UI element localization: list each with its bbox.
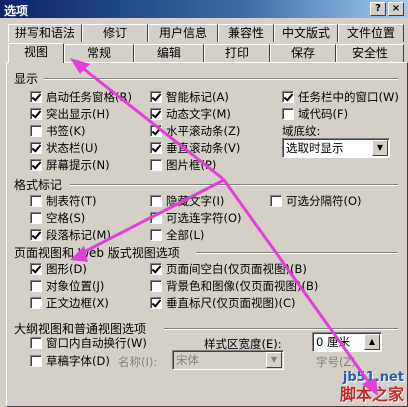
background-colors-checkbox[interactable]: 背景色和图像(仅页面视图)(B) bbox=[150, 279, 318, 293]
font-size-label: 字号(Z) bbox=[316, 355, 356, 369]
spin-icon[interactable]: ▲ bbox=[364, 334, 380, 350]
tab-edit[interactable]: 编辑 bbox=[134, 44, 204, 62]
tab-revisions[interactable]: 修订 bbox=[82, 24, 148, 42]
close-button[interactable]: × bbox=[388, 2, 404, 16]
tab-general[interactable]: 常规 bbox=[64, 44, 134, 62]
object-anchors-checkbox[interactable]: 对象位置(J) bbox=[30, 279, 104, 293]
chevron-down-icon[interactable]: ▼ bbox=[266, 352, 282, 368]
text-boundaries-checkbox[interactable]: 正文边框(X) bbox=[30, 296, 109, 310]
field-codes-checkbox[interactable]: 域代码(F) bbox=[282, 107, 348, 121]
field-shading-label: 域底纹: bbox=[282, 124, 321, 138]
section-formatting-marks: 格式标记 bbox=[14, 178, 63, 192]
tab-spelling[interactable]: 拼写和语法 bbox=[8, 24, 82, 42]
all-marks-checkbox[interactable]: 全部(L) bbox=[150, 228, 204, 242]
paragraph-marks-checkbox[interactable]: 段落标记(M) bbox=[30, 228, 111, 242]
draft-font-checkbox[interactable]: 草稿字体(D) bbox=[30, 354, 110, 368]
picture-placeholders-checkbox[interactable]: 图片框(P) bbox=[150, 158, 216, 172]
chevron-down-icon[interactable]: ▼ bbox=[372, 140, 388, 156]
tab-save[interactable]: 保存 bbox=[270, 44, 336, 62]
spaces-checkbox[interactable]: 空格(S) bbox=[30, 211, 85, 225]
animated-text-checkbox[interactable]: 动态文字(M) bbox=[150, 107, 231, 121]
title-bar: 选项 ? × bbox=[0, 0, 408, 18]
tab-user-info[interactable]: 用户信息 bbox=[148, 24, 218, 42]
style-area-width-input[interactable]: 0 厘米 ▲ bbox=[312, 332, 382, 352]
smart-tags-checkbox[interactable]: 智能标记(A) bbox=[150, 90, 229, 104]
section-show: 显示 bbox=[14, 72, 39, 86]
tab-compatibility[interactable]: 兼容性 bbox=[218, 24, 274, 42]
startup-task-pane-checkbox[interactable]: 启动任务窗格(R) bbox=[30, 90, 132, 104]
window-title: 选项 bbox=[4, 4, 29, 18]
status-bar-checkbox[interactable]: 状态栏(U) bbox=[30, 141, 98, 155]
wrap-to-window-checkbox[interactable]: 窗口内自动换行(W) bbox=[30, 336, 147, 350]
font-name-label: 名称(I): bbox=[118, 355, 158, 369]
tab-print[interactable]: 打印 bbox=[204, 44, 270, 62]
hidden-text-checkbox[interactable]: 隐藏文字(I) bbox=[150, 194, 224, 208]
tab-view[interactable]: 视图 bbox=[8, 43, 64, 63]
field-shading-select[interactable]: 选取时显示 ▼ bbox=[282, 138, 390, 158]
divider bbox=[70, 184, 398, 186]
drawings-checkbox[interactable]: 图形(D) bbox=[30, 262, 87, 276]
screentips-checkbox[interactable]: 屏幕提示(N) bbox=[30, 158, 110, 172]
optional-breaks-checkbox[interactable]: 可选分隔符(O) bbox=[270, 194, 362, 208]
tab-asian-typography[interactable]: 中文版式 bbox=[274, 24, 338, 42]
white-space-checkbox[interactable]: 页面间空白(仅页面视图)(B) bbox=[150, 262, 307, 276]
vertical-scrollbar-checkbox[interactable]: 垂直滚动条(V) bbox=[150, 141, 240, 155]
help-button[interactable]: ? bbox=[370, 2, 386, 16]
highlight-checkbox[interactable]: 突出显示(H) bbox=[30, 107, 110, 121]
divider bbox=[196, 252, 398, 254]
tab-security[interactable]: 安全性 bbox=[336, 44, 404, 62]
windows-in-taskbar-checkbox[interactable]: 任务栏中的窗口(W) bbox=[282, 90, 399, 104]
tab-file-locations[interactable]: 文件位置 bbox=[338, 24, 404, 42]
bookmarks-checkbox[interactable]: 书签(K) bbox=[30, 124, 86, 138]
horizontal-scrollbar-checkbox[interactable]: 水平滚动条(Z) bbox=[150, 124, 240, 138]
vertical-ruler-checkbox[interactable]: 垂直标尺(仅页面视图)(C) bbox=[150, 296, 295, 310]
optional-hyphens-checkbox[interactable]: 可选连字符(O) bbox=[150, 211, 242, 225]
watermark-brand: 脚本之家 bbox=[339, 385, 404, 404]
divider bbox=[164, 328, 398, 330]
tab-characters-checkbox[interactable]: 制表符(T) bbox=[30, 194, 97, 208]
font-name-select[interactable]: 宋体 ▼ bbox=[172, 350, 284, 370]
divider bbox=[44, 78, 398, 80]
section-page-view-options: 页面视图和 Web 版式视图选项 bbox=[14, 246, 180, 260]
